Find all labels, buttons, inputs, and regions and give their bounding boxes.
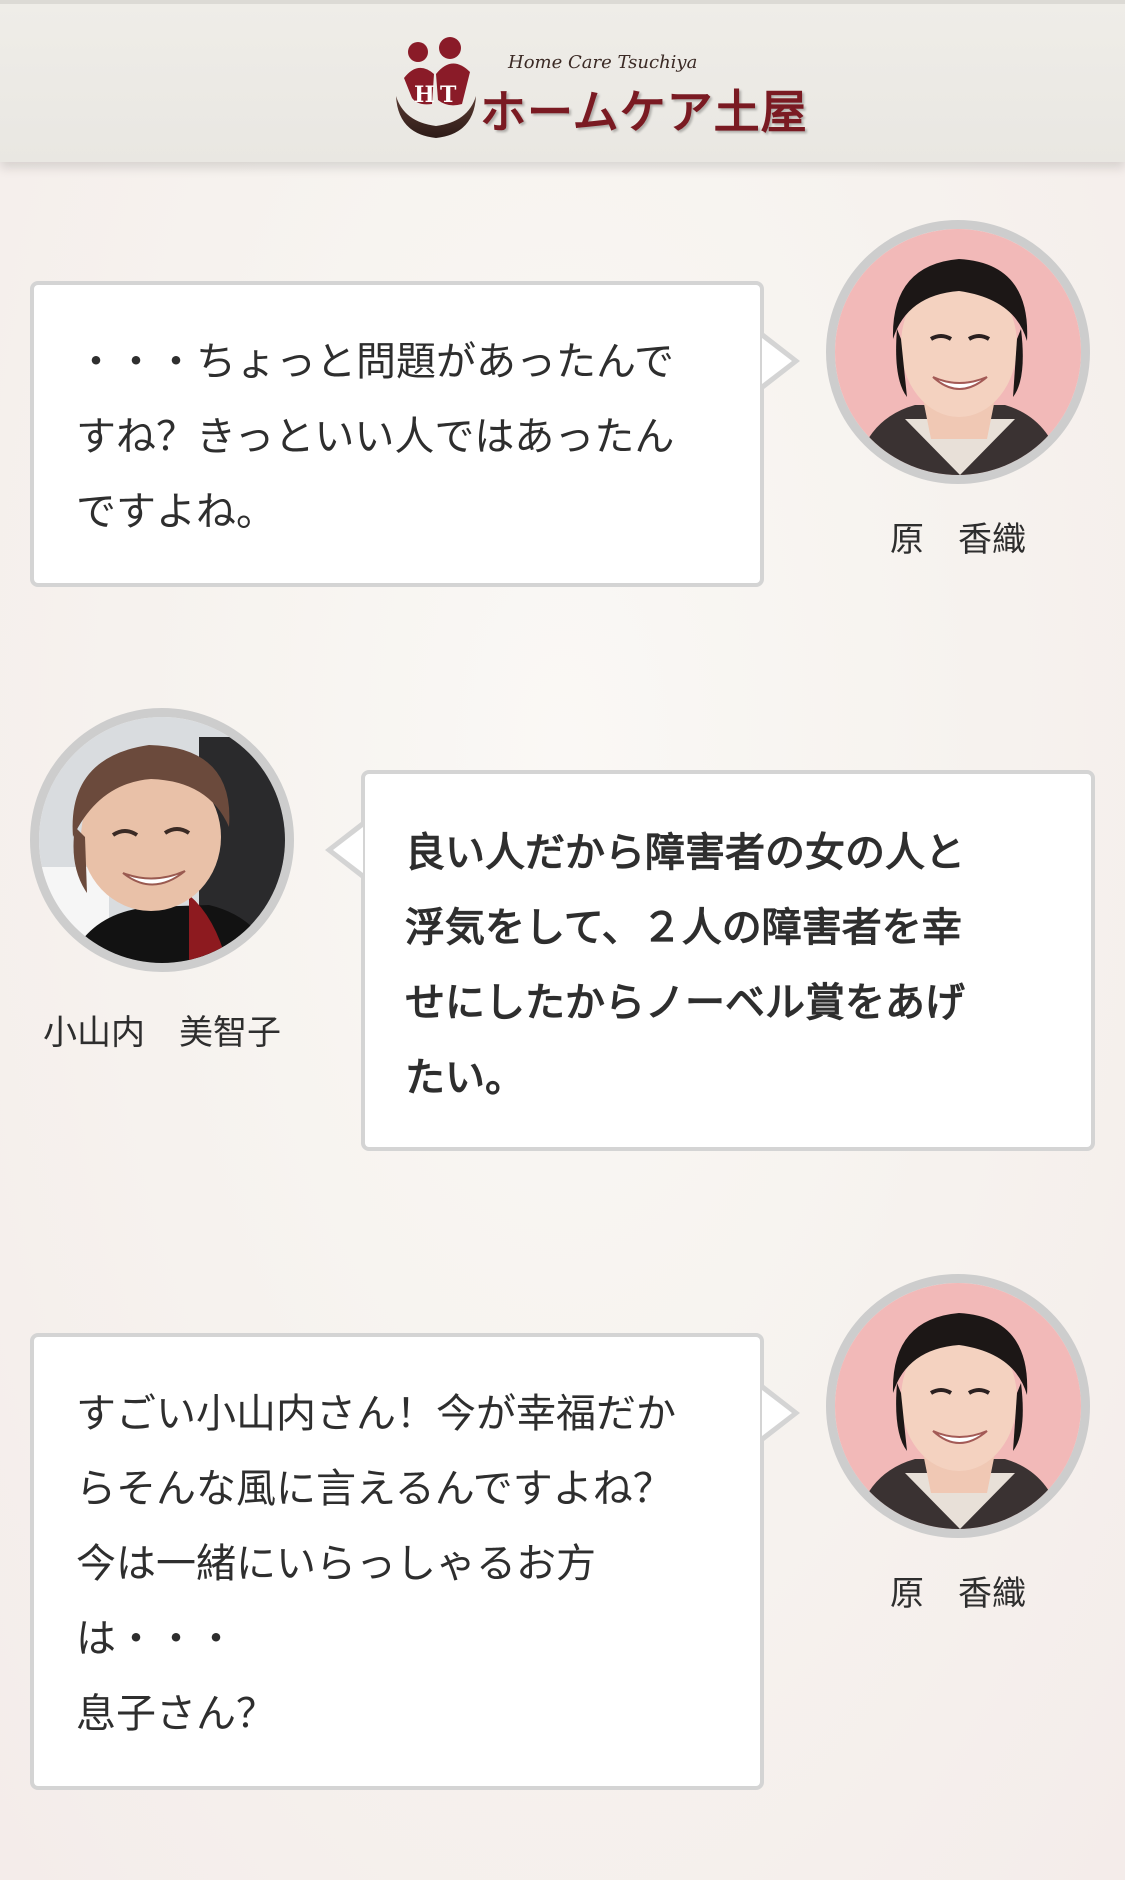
avatar-hara-kaori[interactable] (826, 220, 1090, 484)
svg-text:H: H (414, 82, 435, 108)
woman-smiling-avatar-icon (835, 229, 1081, 475)
message-bubble-2: 良い人だから障害者の女の人と 浮気をして、２人の障害者を幸 せにしたからノーベル… (325, 770, 1095, 1151)
home-care-logo-icon: H T (396, 37, 476, 138)
app-header: H T Home Care Tsuchiya ホームケア土屋 (0, 0, 1125, 162)
message-bubble-1: ・・・ちょっと問題があったんで すね？きっといい人ではあったん ですよね。 (30, 281, 800, 587)
speaker-name: 小山内 美智子 (43, 1013, 281, 1053)
brand-name-ja: ホームケア土屋 (480, 85, 808, 139)
message-text: 良い人だから障害者の女の人と 浮気をして、２人の障害者を幸 せにしたからノーベル… (405, 830, 965, 1101)
svg-text:T: T (440, 82, 457, 108)
message-text: すごい小山内さん！今が幸福だか らそんな風に言えるんですよね？ 今は一緒にいらっ… (76, 1391, 676, 1737)
message-text: ・・・ちょっと問題があったんで すね？きっといい人ではあったん ですよね。 (76, 339, 675, 535)
woman-smiling-avatar-icon (835, 1283, 1081, 1529)
message-bubble-3: すごい小山内さん！今が幸福だか らそんな風に言えるんですよね？ 今は一緒にいらっ… (30, 1333, 800, 1790)
brand-name-en: Home Care Tsuchiya (508, 52, 698, 73)
brand-logo[interactable]: H T Home Care Tsuchiya ホームケア土屋 (388, 34, 807, 144)
avatar-osanai-michiko[interactable] (30, 708, 294, 972)
speaker-name: 原 香織 (890, 1574, 1026, 1614)
elderly-woman-smiling-avatar-icon (39, 717, 285, 963)
speaker-name: 原 香織 (890, 520, 1026, 560)
avatar-hara-kaori[interactable] (826, 1274, 1090, 1538)
